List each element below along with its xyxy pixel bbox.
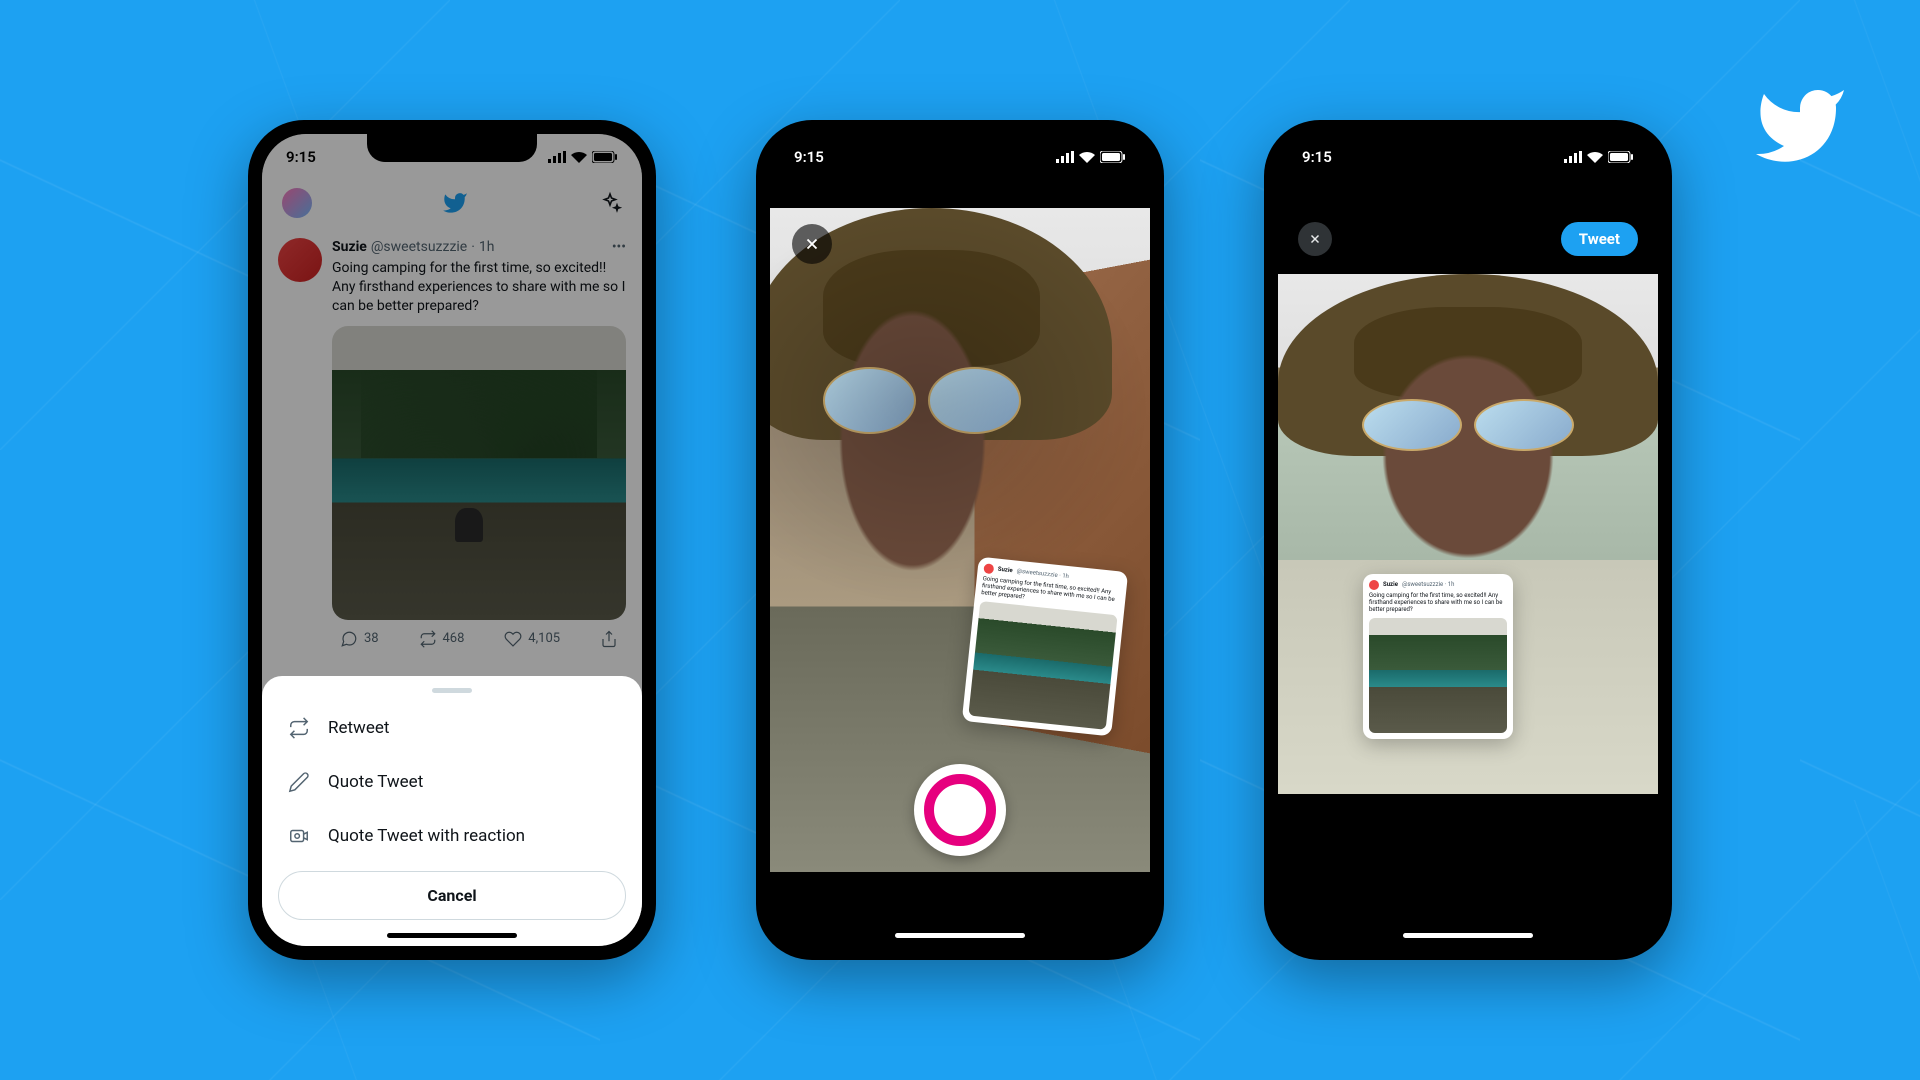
quoted-tweet-overlay[interactable]: Suzie @sweetsuzzzie · 1h Going camping f… bbox=[1363, 574, 1513, 739]
close-button[interactable] bbox=[1298, 222, 1332, 256]
camera-reaction-icon bbox=[288, 825, 310, 847]
battery-icon bbox=[1100, 151, 1126, 163]
mini-image bbox=[968, 601, 1117, 730]
quote-tweet-option[interactable]: Quote Tweet bbox=[278, 755, 626, 809]
notch bbox=[367, 134, 537, 162]
retweet-option[interactable]: Retweet bbox=[278, 701, 626, 755]
quoted-tweet-overlay[interactable]: Suzie @sweetsuzzzie · 1h Going camping f… bbox=[962, 557, 1128, 736]
mini-name: Suzie bbox=[997, 566, 1013, 575]
quote-tweet-label: Quote Tweet bbox=[328, 772, 423, 792]
tweet-button[interactable]: Tweet bbox=[1561, 222, 1638, 256]
retweet-action-sheet: Retweet Quote Tweet Quote Tweet with rea… bbox=[262, 676, 642, 946]
status-time: 9:15 bbox=[794, 148, 824, 166]
status-time: 9:15 bbox=[1302, 148, 1332, 166]
phone-2: 9:15 Suzie @sweetsuzzzie · 1h bbox=[756, 120, 1164, 960]
record-indicator bbox=[924, 774, 996, 846]
battery-icon bbox=[1608, 151, 1634, 163]
mini-avatar bbox=[1369, 580, 1379, 590]
quote-reaction-label: Quote Tweet with reaction bbox=[328, 826, 525, 846]
screen-3: 9:15 Tweet bbox=[1278, 134, 1658, 946]
person-glasses bbox=[823, 367, 1021, 433]
screen-2: 9:15 Suzie @sweetsuzzzie · 1h bbox=[770, 134, 1150, 946]
close-icon bbox=[803, 235, 821, 253]
retweet-icon bbox=[288, 717, 310, 739]
close-icon bbox=[1308, 232, 1322, 246]
cancel-button[interactable]: Cancel bbox=[278, 871, 626, 920]
phone-mockups-row: 9:15 Suzie @sweetsuzzzie · bbox=[248, 120, 1672, 960]
twitter-logo-icon bbox=[1752, 78, 1848, 174]
status-icons bbox=[1056, 151, 1126, 163]
phone-1: 9:15 Suzie @sweetsuzzzie · bbox=[248, 120, 656, 960]
notch bbox=[875, 134, 1045, 162]
mini-image bbox=[1369, 618, 1507, 733]
home-indicator[interactable] bbox=[387, 933, 517, 938]
close-button[interactable] bbox=[792, 224, 832, 264]
pencil-icon bbox=[288, 771, 310, 793]
cellular-icon bbox=[1056, 151, 1074, 163]
wifi-icon bbox=[1587, 151, 1603, 163]
wifi-icon bbox=[1079, 151, 1095, 163]
mini-avatar bbox=[983, 563, 994, 574]
notch bbox=[1383, 134, 1553, 162]
quote-reaction-option[interactable]: Quote Tweet with reaction bbox=[278, 809, 626, 863]
compose-header: Tweet bbox=[1278, 214, 1658, 264]
mini-text: Going camping for the first time, so exc… bbox=[1369, 592, 1507, 614]
sheet-handle[interactable] bbox=[432, 688, 472, 693]
screen-1: 9:15 Suzie @sweetsuzzzie · bbox=[262, 134, 642, 946]
record-button[interactable] bbox=[914, 764, 1006, 856]
mini-handle: @sweetsuzzzie · 1h bbox=[1402, 581, 1455, 588]
cellular-icon bbox=[1564, 151, 1582, 163]
retweet-label: Retweet bbox=[328, 718, 389, 738]
status-icons bbox=[1564, 151, 1634, 163]
cancel-label: Cancel bbox=[427, 886, 476, 905]
person-glasses bbox=[1362, 399, 1575, 451]
home-indicator[interactable] bbox=[895, 933, 1025, 938]
tweet-button-label: Tweet bbox=[1579, 230, 1620, 248]
mini-name: Suzie bbox=[1383, 581, 1398, 588]
home-indicator[interactable] bbox=[1403, 933, 1533, 938]
phone-3: 9:15 Tweet bbox=[1264, 120, 1672, 960]
